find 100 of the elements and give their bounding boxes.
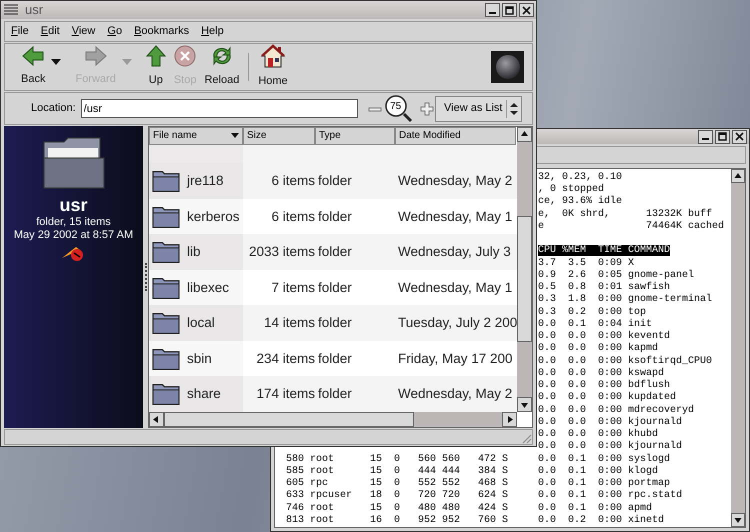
terminal-line: 0.0 0.0 0:00 kapmd [538, 343, 658, 354]
scroll-up-icon[interactable] [517, 127, 532, 142]
file-size: 14 items [262, 314, 315, 332]
maximize-icon [505, 6, 514, 14]
folder-info: folder, 15 items [36, 216, 111, 229]
zoom-level-button[interactable]: 75 [384, 94, 414, 124]
scroll-down-icon[interactable] [517, 397, 532, 412]
terminal-line: 0.3 0.2 0:00 top [538, 306, 646, 318]
file-type: folder [317, 278, 353, 297]
close-icon [735, 132, 744, 142]
scroll-right-icon[interactable] [502, 412, 517, 427]
sort-arrow-icon [231, 133, 239, 138]
terminal-line: 0.0 0.0 0:00 kupdated [538, 392, 676, 404]
terminal-line: 0.0 0.1 0:04 init [538, 318, 652, 330]
terminal-line: 0.5 0.8 0:01 sawfish [538, 282, 670, 293]
file-row[interactable]: jre118 6 items folder Wednesday, May 2 [149, 163, 517, 199]
menu-item[interactable]: File [5, 23, 35, 40]
scrollbar-thumb[interactable] [164, 412, 414, 427]
terminal-line: 746 root 15 0 480 480 424 S 0.0 0.1 0:00 apmd [286, 502, 652, 514]
location-label: Location: [31, 101, 76, 116]
file-type: folder [317, 243, 353, 262]
menu-item[interactable]: Bookmarks [128, 23, 196, 40]
file-type: folder [317, 385, 353, 404]
scrollbar-thumb[interactable] [517, 216, 532, 342]
scroll-left-icon[interactable] [149, 412, 164, 427]
terminal-line: 0.0 0.0 0:00 ksoftirqd_CPU0 [538, 356, 712, 366]
file-name: share [187, 385, 221, 404]
maximize-icon [718, 132, 727, 142]
file-row[interactable]: kerberos 6 items folder Wednesday, May 1 [149, 198, 517, 234]
terminal-line: 0.3 1.8 0:00 gnome-terminal [538, 294, 712, 306]
plus-icon [420, 102, 434, 116]
magnifier-icon [384, 94, 414, 124]
terminal-line: 0.0 0.0 0:00 kjournald [538, 441, 682, 452]
vertical-scrollbar[interactable] [731, 168, 745, 527]
file-date: Wednesday, July 3 [397, 243, 512, 262]
resize-grip-icon[interactable] [520, 432, 532, 444]
window-menu-icon[interactable] [3, 3, 19, 17]
right-arrow-icon [84, 46, 107, 66]
maximize-button[interactable] [502, 3, 517, 17]
folder-icon [152, 381, 181, 408]
horizontal-scrollbar[interactable] [149, 412, 517, 427]
window-title: usr [25, 1, 44, 20]
dropdown-button[interactable] [49, 59, 64, 65]
terminal-line: ce, 93.6% idle [538, 196, 622, 208]
folder-icon [152, 239, 181, 266]
terminal-line: 585 root 15 0 444 444 384 S 0.0 0.1 0:00 klogd [286, 466, 658, 477]
file-row[interactable]: sbin 234 items folder Friday, May 17 200 [149, 340, 517, 376]
minimize-button[interactable] [698, 130, 713, 144]
column-header[interactable]: File name [149, 127, 243, 145]
file-date: Wednesday, May 2 [397, 172, 514, 190]
vertical-scrollbar[interactable] [517, 127, 532, 412]
house-icon [260, 44, 286, 68]
file-size: 2033 items [248, 243, 315, 262]
close-icon [522, 6, 531, 14]
folder-icon [152, 310, 181, 336]
maximize-button[interactable] [715, 130, 730, 144]
terminal-line: e 74464K cached [538, 220, 724, 232]
caret-icon [122, 59, 132, 65]
terminal-line: 0.9 2.6 0:05 gnome-panel [538, 270, 694, 281]
location-field[interactable]: /usr [80, 99, 358, 118]
terminal-line: 0.0 0.0 0:00 bdflush [538, 380, 670, 391]
file-name: libexec [187, 278, 230, 297]
file-type: folder [317, 350, 353, 368]
menu-item[interactable]: Edit [34, 23, 66, 40]
minimize-button[interactable] [485, 3, 500, 17]
view-select[interactable]: View as List [435, 96, 522, 122]
file-type: folder [317, 172, 353, 190]
zoom-in-button[interactable] [420, 102, 434, 116]
file-size: 7 items [270, 278, 315, 297]
file-row[interactable]: share 174 items folder Wednesday, May 2 [149, 376, 517, 412]
toolbar-button[interactable]: Reload [200, 45, 244, 89]
scroll-down-icon[interactable] [731, 513, 745, 527]
file-size: 174 items [255, 385, 315, 404]
file-row[interactable]: lib 2033 items folder Wednesday, July 3 [149, 234, 517, 270]
file-row[interactable]: local 14 items folder Tuesday, July 2 200 [149, 305, 517, 341]
left-arrow-icon [22, 46, 44, 66]
minimize-icon [702, 138, 709, 140]
close-button[interactable] [519, 3, 534, 17]
toolbar-button[interactable]: Up [142, 45, 170, 89]
minimize-icon [489, 12, 496, 14]
terminal-line: 0.0 0.0 0:00 keventd [538, 331, 670, 342]
terminal-line: 3.7 3.5 0:09 X [538, 258, 634, 268]
column-header[interactable]: Type [315, 127, 395, 145]
file-name: local [187, 314, 215, 332]
menu-item[interactable]: Help [195, 23, 230, 40]
toolbar-button[interactable]: Home [254, 44, 292, 90]
file-row[interactable]: libexec 7 items folder Wednesday, May 1 [149, 270, 517, 306]
stop-icon [174, 45, 196, 68]
column-header[interactable]: Date Modified [395, 127, 516, 145]
terminal-line: 0.0 0.0 0:00 kswapd [538, 368, 664, 379]
menu-item[interactable]: View [66, 23, 102, 40]
file-type: folder [317, 208, 353, 226]
scroll-up-icon[interactable] [731, 168, 745, 183]
close-button[interactable] [732, 130, 747, 144]
menu-item[interactable]: Go [101, 23, 128, 40]
column-header[interactable]: Size [243, 127, 315, 145]
terminal-line: 605 rpc 15 0 552 552 468 S 0.0 0.1 0:00 portmap [286, 478, 670, 489]
file-size: 234 items [255, 350, 315, 368]
terminal-line: 580 root 15 0 560 560 472 S 0.0 0.1 0:00 syslogd [286, 454, 670, 464]
toolbar-button[interactable]: Back [17, 46, 50, 88]
